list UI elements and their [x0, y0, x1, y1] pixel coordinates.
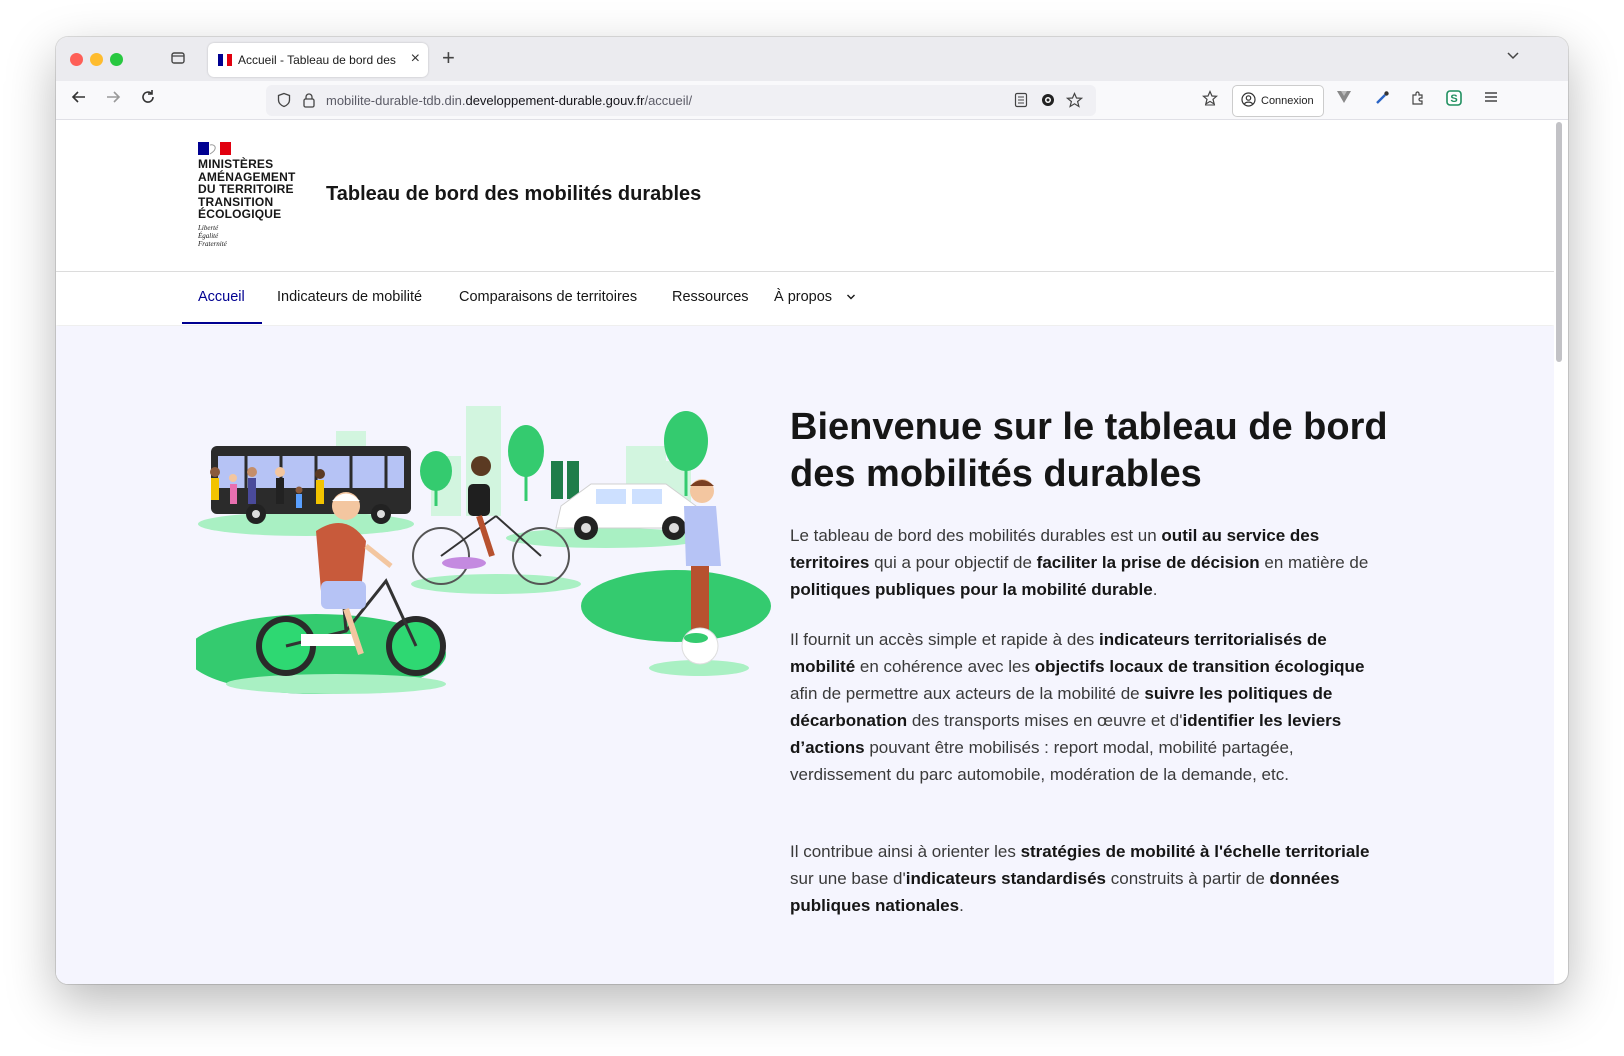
tab-overview-icon[interactable] — [170, 50, 188, 68]
marianne-favicon-icon — [218, 54, 232, 66]
pocket-save-icon[interactable] — [1201, 90, 1219, 110]
browser-tab-active[interactable]: Accueil - Tableau de bord des m × — [208, 43, 428, 77]
mobility-illustration — [196, 406, 771, 694]
hero-title: Bienvenue sur le tableau de bord des mob… — [790, 406, 1388, 495]
tab-list-chevron-icon[interactable] — [1506, 48, 1520, 64]
intro-paragraph-3: Il contribue ainsi à orienter les straté… — [790, 842, 1370, 915]
forward-arrow-icon[interactable] — [104, 88, 122, 111]
close-tab-icon[interactable]: × — [411, 50, 420, 68]
site-header: MINISTÈRES AMÉNAGEMENT DU TERRITOIRE TRA… — [56, 120, 1554, 272]
connexion-label: Connexion — [1261, 95, 1314, 107]
intro-paragraph-2: Il fournit un accès simple et rapide à d… — [790, 630, 1365, 784]
main-navigation: Accueil Indicateurs de mobilité Comparai… — [56, 272, 1554, 325]
tab-title: Accueil - Tableau de bord des m — [238, 53, 398, 67]
extension-icon[interactable] — [1410, 90, 1426, 110]
s-extension-icon[interactable]: S — [1446, 90, 1462, 110]
reader-view-icon[interactable] — [1014, 92, 1028, 111]
eyedropper-icon[interactable] — [1374, 90, 1390, 110]
page-scrollbar[interactable] — [1556, 120, 1564, 984]
browser-toolbar: mobilite-durable-tdb.din.developpement-d… — [56, 81, 1568, 120]
vue-devtools-icon[interactable] — [1336, 90, 1352, 108]
intro-paragraph-1: Le tableau de bord des mobilités durable… — [790, 526, 1369, 599]
ministry-name[interactable]: MINISTÈRES AMÉNAGEMENT DU TERRITOIRE TRA… — [198, 158, 308, 221]
republic-motto: Liberté Égalité Fraternité — [198, 224, 227, 248]
nav-item-comparaisons[interactable]: Comparaisons de territoires — [459, 289, 637, 305]
connexion-button[interactable]: Connexion — [1232, 85, 1324, 117]
svg-text:S: S — [1450, 93, 1457, 105]
close-window-button[interactable] — [70, 53, 83, 66]
lock-icon[interactable] — [302, 92, 316, 111]
browser-window: Accueil - Tableau de bord des m × + mobi… — [56, 37, 1568, 984]
tracking-shield-icon[interactable] — [276, 92, 292, 111]
chevron-down-icon[interactable] — [846, 292, 856, 304]
nav-item-ressources[interactable]: Ressources — [672, 289, 749, 305]
account-icon — [1241, 92, 1256, 110]
marianne-logo-icon[interactable] — [198, 142, 231, 155]
nav-item-indicateurs[interactable]: Indicateurs de mobilité — [277, 289, 422, 305]
scrollbar-thumb[interactable] — [1556, 122, 1562, 362]
bookmark-star-icon[interactable] — [1065, 92, 1084, 111]
active-nav-indicator — [182, 322, 262, 324]
address-bar[interactable]: mobilite-durable-tdb.din.developpement-d… — [266, 85, 1096, 116]
nav-item-a-propos[interactable]: À propos — [774, 289, 832, 305]
zoom-window-button[interactable] — [110, 53, 123, 66]
site-title[interactable]: Tableau de bord des mobilités durables — [326, 183, 701, 206]
new-tab-icon[interactable]: + — [442, 45, 455, 71]
back-arrow-icon[interactable] — [70, 88, 88, 111]
hamburger-menu-icon[interactable] — [1483, 90, 1499, 108]
reload-icon[interactable] — [139, 88, 157, 111]
bug-extension-icon[interactable] — [1040, 92, 1056, 111]
url-text[interactable]: mobilite-durable-tdb.din.developpement-d… — [326, 93, 692, 108]
page-content: MINISTÈRES AMÉNAGEMENT DU TERRITOIRE TRA… — [56, 120, 1554, 984]
hero-section: Bienvenue sur le tableau de bord des mob… — [56, 326, 1554, 984]
minimize-window-button[interactable] — [90, 53, 103, 66]
nav-item-accueil[interactable]: Accueil — [198, 289, 245, 305]
title-bar: Accueil - Tableau de bord des m × + — [56, 37, 1568, 81]
